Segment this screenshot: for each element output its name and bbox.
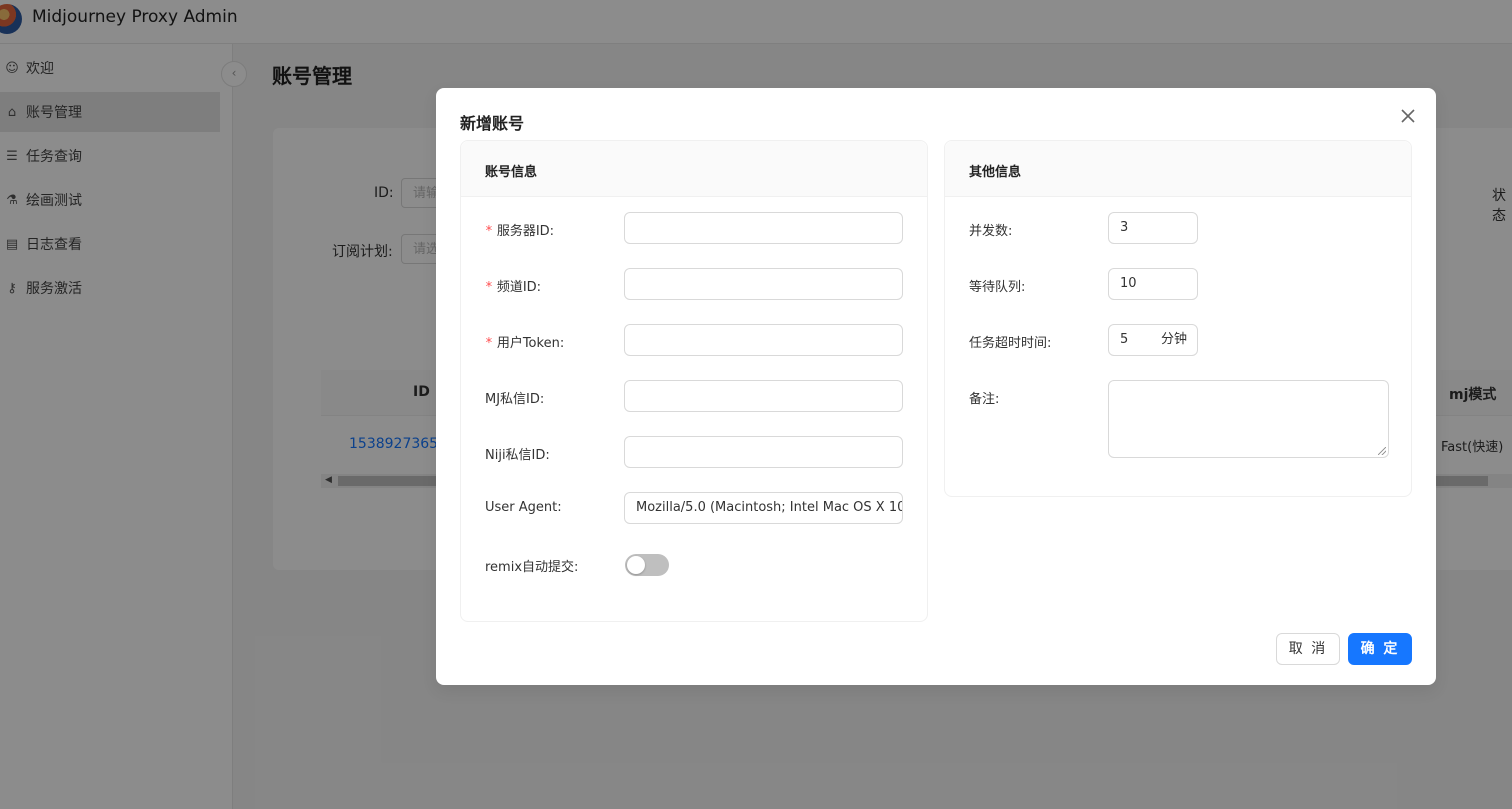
mj-dm-id-input[interactable] [624, 380, 903, 412]
account-info-card: 账号信息 * 服务器ID: * 频道ID: * 用户Token: MJ私信ID: Ni… [460, 140, 928, 622]
close-icon[interactable] [1397, 105, 1419, 127]
task-timeout-input[interactable]: 5 分钟 [1108, 324, 1198, 356]
mj-dm-id-label: MJ私信ID: [485, 392, 545, 407]
required-mark: * [485, 224, 493, 239]
server-id-label: * 服务器ID: [485, 224, 555, 239]
modal-title: 新增账号 [460, 114, 525, 133]
niji-dm-id-label: Niji私信ID: [485, 448, 550, 463]
card-header: 账号信息 [461, 141, 927, 197]
server-id-input[interactable] [624, 212, 903, 244]
user-agent-input[interactable]: Mozilla/5.0 (Macintosh; Intel Mac OS X 1… [624, 492, 903, 524]
user-token-input[interactable] [624, 324, 903, 356]
channel-id-input[interactable] [624, 268, 903, 300]
switch-knob [627, 556, 645, 574]
resize-handle-icon[interactable] [1378, 447, 1386, 455]
user-token-label: * 用户Token: [485, 336, 565, 351]
concurrency-label: 并发数: [969, 224, 1013, 239]
add-account-modal: 新增账号 账号信息 * 服务器ID: * 频道ID: * 用户Token: MJ私信I… [436, 88, 1436, 685]
remark-textarea[interactable] [1108, 380, 1389, 458]
required-mark: * [485, 336, 493, 351]
card-title: 其他信息 [969, 165, 1022, 180]
task-timeout-label: 任务超时时间: [969, 336, 1052, 351]
remark-label: 备注: [969, 392, 1000, 407]
task-timeout-value: 5 [1120, 332, 1129, 347]
remix-auto-submit-switch[interactable] [625, 554, 669, 576]
channel-id-label: * 频道ID: [485, 280, 542, 295]
remix-auto-submit-label: remix自动提交: [485, 560, 579, 575]
card-header: 其他信息 [945, 141, 1411, 197]
cancel-button[interactable]: 取 消 [1276, 633, 1340, 665]
other-info-card: 其他信息 并发数: 3 等待队列: 10 任务超时时间: 5 分钟 备注: [944, 140, 1412, 497]
concurrency-input[interactable]: 3 [1108, 212, 1198, 244]
queue-size-input[interactable]: 10 [1108, 268, 1198, 300]
card-title: 账号信息 [485, 165, 538, 180]
required-mark: * [485, 280, 493, 295]
task-timeout-unit: 分钟 [1160, 332, 1187, 347]
niji-dm-id-input[interactable] [624, 436, 903, 468]
confirm-button[interactable]: 确 定 [1348, 633, 1412, 665]
user-agent-label: User Agent: [485, 500, 562, 515]
queue-size-label: 等待队列: [969, 280, 1026, 295]
